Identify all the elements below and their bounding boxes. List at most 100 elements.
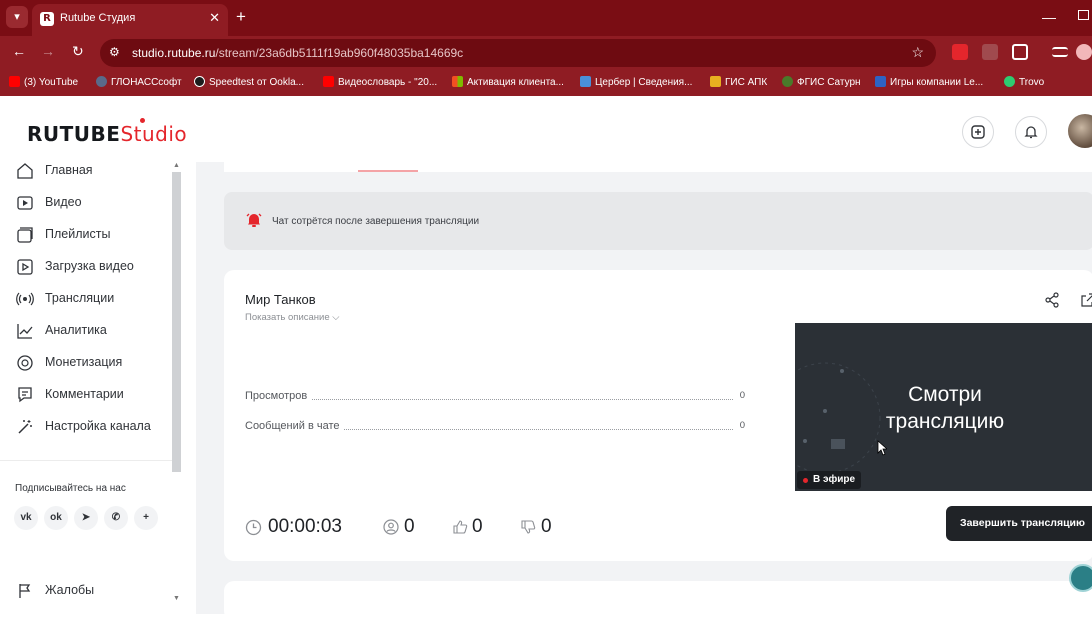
sidebar-item-channel-settings[interactable]: Настройка канала xyxy=(16,416,172,438)
sidebar-item-video[interactable]: Видео xyxy=(16,192,172,214)
stat-label: Сообщений в чате xyxy=(245,420,344,432)
sidebar-scrollbar[interactable] xyxy=(172,172,181,472)
bookmark-item[interactable]: Активация клиента... xyxy=(452,76,564,88)
bookmark-item[interactable]: Trovo xyxy=(1004,76,1044,88)
new-tab-plus-icon[interactable]: + xyxy=(236,7,246,27)
scroll-down-arrow-icon[interactable]: ▼ xyxy=(173,595,180,602)
window-restore-icon[interactable] xyxy=(1078,10,1089,20)
bookmark-item[interactable]: ГЛОНАССсофт xyxy=(96,76,182,88)
bookmark-item[interactable]: ГИС АПК xyxy=(710,76,767,88)
rutube-studio-page: RUTUBEStudio Главная Видео Плейлисты Заг… xyxy=(0,96,1092,621)
extensions-puzzle-icon[interactable] xyxy=(1012,44,1028,60)
chevron-down-icon: ⌵ xyxy=(332,312,340,323)
site-info-icon[interactable]: ⚙ xyxy=(109,45,120,59)
ok-icon[interactable]: ok xyxy=(44,506,68,530)
notifications-button[interactable] xyxy=(1015,116,1047,148)
bookmark-label: ФГИС Сатурн xyxy=(797,77,861,88)
forward-arrow-icon[interactable]: → xyxy=(41,43,55,59)
reading-list-icon[interactable] xyxy=(1052,47,1068,57)
youtube-icon xyxy=(323,76,334,87)
analytics-icon xyxy=(17,324,33,339)
external-link-icon[interactable] xyxy=(1080,292,1092,308)
sidebar-item-label: Трансляции xyxy=(45,291,115,305)
share-icon[interactable] xyxy=(1044,292,1060,308)
sidebar-item-label: Загрузка видео xyxy=(45,259,134,273)
sidebar-item-label: Настройка канала xyxy=(45,419,151,433)
add-square-icon xyxy=(971,125,985,139)
next-section-card xyxy=(224,581,1092,621)
telegram-icon[interactable]: ➤ xyxy=(74,506,98,530)
sidebar-item-analytics[interactable]: Аналитика xyxy=(16,320,172,342)
bookmark-label: Speedtest от Ookla... xyxy=(209,77,304,88)
end-stream-button[interactable]: Завершить трансляцию xyxy=(946,506,1092,541)
bookmark-label: Активация клиента... xyxy=(467,77,564,88)
bookmark-item[interactable]: Видеословарь - "20... xyxy=(323,76,437,88)
sidebar-item-playlists[interactable]: Плейлисты xyxy=(16,224,172,246)
live-dot xyxy=(803,478,808,483)
preview-caption: Смотри трансляцию xyxy=(875,381,1015,435)
sidebar-item-home[interactable]: Главная xyxy=(16,160,172,182)
vk-icon[interactable]: vk xyxy=(14,506,38,530)
sidebar-item-comments[interactable]: Комментарии xyxy=(16,384,172,406)
rutube-studio-logo[interactable]: RUTUBEStudio xyxy=(27,118,187,147)
wand-icon xyxy=(18,420,32,434)
show-description-label: Показать описание xyxy=(245,312,330,323)
browser-toolbar: ← → ↻ ⚙ studio.rutube.ru/stream/23a6db51… xyxy=(0,36,1092,70)
sidebar-item-upload[interactable]: Загрузка видео xyxy=(16,256,172,278)
create-button[interactable] xyxy=(962,116,994,148)
extension-shield-icon[interactable] xyxy=(982,44,998,60)
viber-icon[interactable]: ✆ xyxy=(104,506,128,530)
window-minimize-icon[interactable]: — xyxy=(1042,9,1056,25)
live-badge: В эфире xyxy=(797,471,862,489)
url-domain: studio.rutube.ru xyxy=(132,46,216,60)
likes-value: 0 xyxy=(472,516,483,537)
bookmark-label: ГИС АПК xyxy=(725,77,768,88)
profile-icon[interactable] xyxy=(1076,44,1092,60)
stat-views-row: Просмотров 0 xyxy=(245,390,745,404)
gis-apk-icon xyxy=(710,76,721,87)
trovo-icon xyxy=(1004,76,1015,87)
reload-icon[interactable]: ↻ xyxy=(72,43,84,60)
sidebar-item-complaints[interactable]: Жалобы xyxy=(16,580,172,602)
bookmark-item[interactable]: Игры компании Le... xyxy=(875,76,983,88)
bookmark-item[interactable]: ФГИС Сатурн xyxy=(782,76,861,88)
main-content: Чат сотрётся после завершения трансляции… xyxy=(196,162,1092,621)
tab-title: Rutube Студия xyxy=(60,12,136,24)
video-icon xyxy=(17,196,33,210)
address-bar[interactable]: ⚙ studio.rutube.ru/stream/23a6db5111f19a… xyxy=(100,39,936,67)
playlist-icon xyxy=(17,227,33,243)
browser-tab[interactable]: R Rutube Студия ✕ xyxy=(32,4,228,36)
bookmark-item[interactable]: Цербер | Сведения... xyxy=(580,76,692,88)
sidebar-item-label: Плейлисты xyxy=(45,227,111,241)
bookmark-star-icon[interactable]: ☆ xyxy=(911,44,924,61)
subscribe-title: Подписывайтесь на нас xyxy=(15,483,126,494)
avatar[interactable] xyxy=(1068,114,1092,148)
more-plus-icon[interactable]: + xyxy=(134,506,158,530)
extension-icon[interactable] xyxy=(952,44,968,60)
sidebar-item-broadcasts[interactable]: Трансляции xyxy=(16,288,172,310)
sidebar-item-monetization[interactable]: Монетизация xyxy=(16,352,172,374)
bookmark-item[interactable]: (3) YouTube xyxy=(9,76,78,88)
microsoft-icon xyxy=(452,76,463,87)
scroll-up-arrow-icon[interactable]: ▲ xyxy=(173,162,180,169)
stream-preview[interactable]: Смотри трансляцию В эфире xyxy=(795,323,1092,491)
viewer-face-icon xyxy=(383,519,399,535)
tab-search-chevron-icon[interactable]: ▾ xyxy=(6,6,28,28)
back-arrow-icon[interactable]: ← xyxy=(12,43,26,59)
show-description-toggle[interactable]: Показать описание ⌵ xyxy=(245,312,339,323)
tab-close-icon[interactable]: ✕ xyxy=(209,10,220,26)
bookmark-label: Цербер | Сведения... xyxy=(595,77,693,88)
stat-value: 0 xyxy=(739,390,745,401)
bell-icon xyxy=(1024,126,1038,139)
alarm-bell-icon xyxy=(246,213,262,227)
bookmarks-bar: (3) YouTube ГЛОНАССсофт Speedtest от Ook… xyxy=(0,70,1092,96)
chat-support-button[interactable] xyxy=(1069,564,1092,592)
bookmark-label: Видеословарь - "20... xyxy=(338,77,438,88)
live-badge-label: В эфире xyxy=(813,474,856,485)
bookmark-item[interactable]: Speedtest от Ookla... xyxy=(194,76,304,88)
timer-value: 00:00:03 xyxy=(268,516,342,537)
broadcast-icon xyxy=(16,292,34,306)
stat-value: 0 xyxy=(739,420,745,431)
glonass-icon xyxy=(96,76,107,87)
notice-text: Чат сотрётся после завершения трансляции xyxy=(272,216,480,227)
